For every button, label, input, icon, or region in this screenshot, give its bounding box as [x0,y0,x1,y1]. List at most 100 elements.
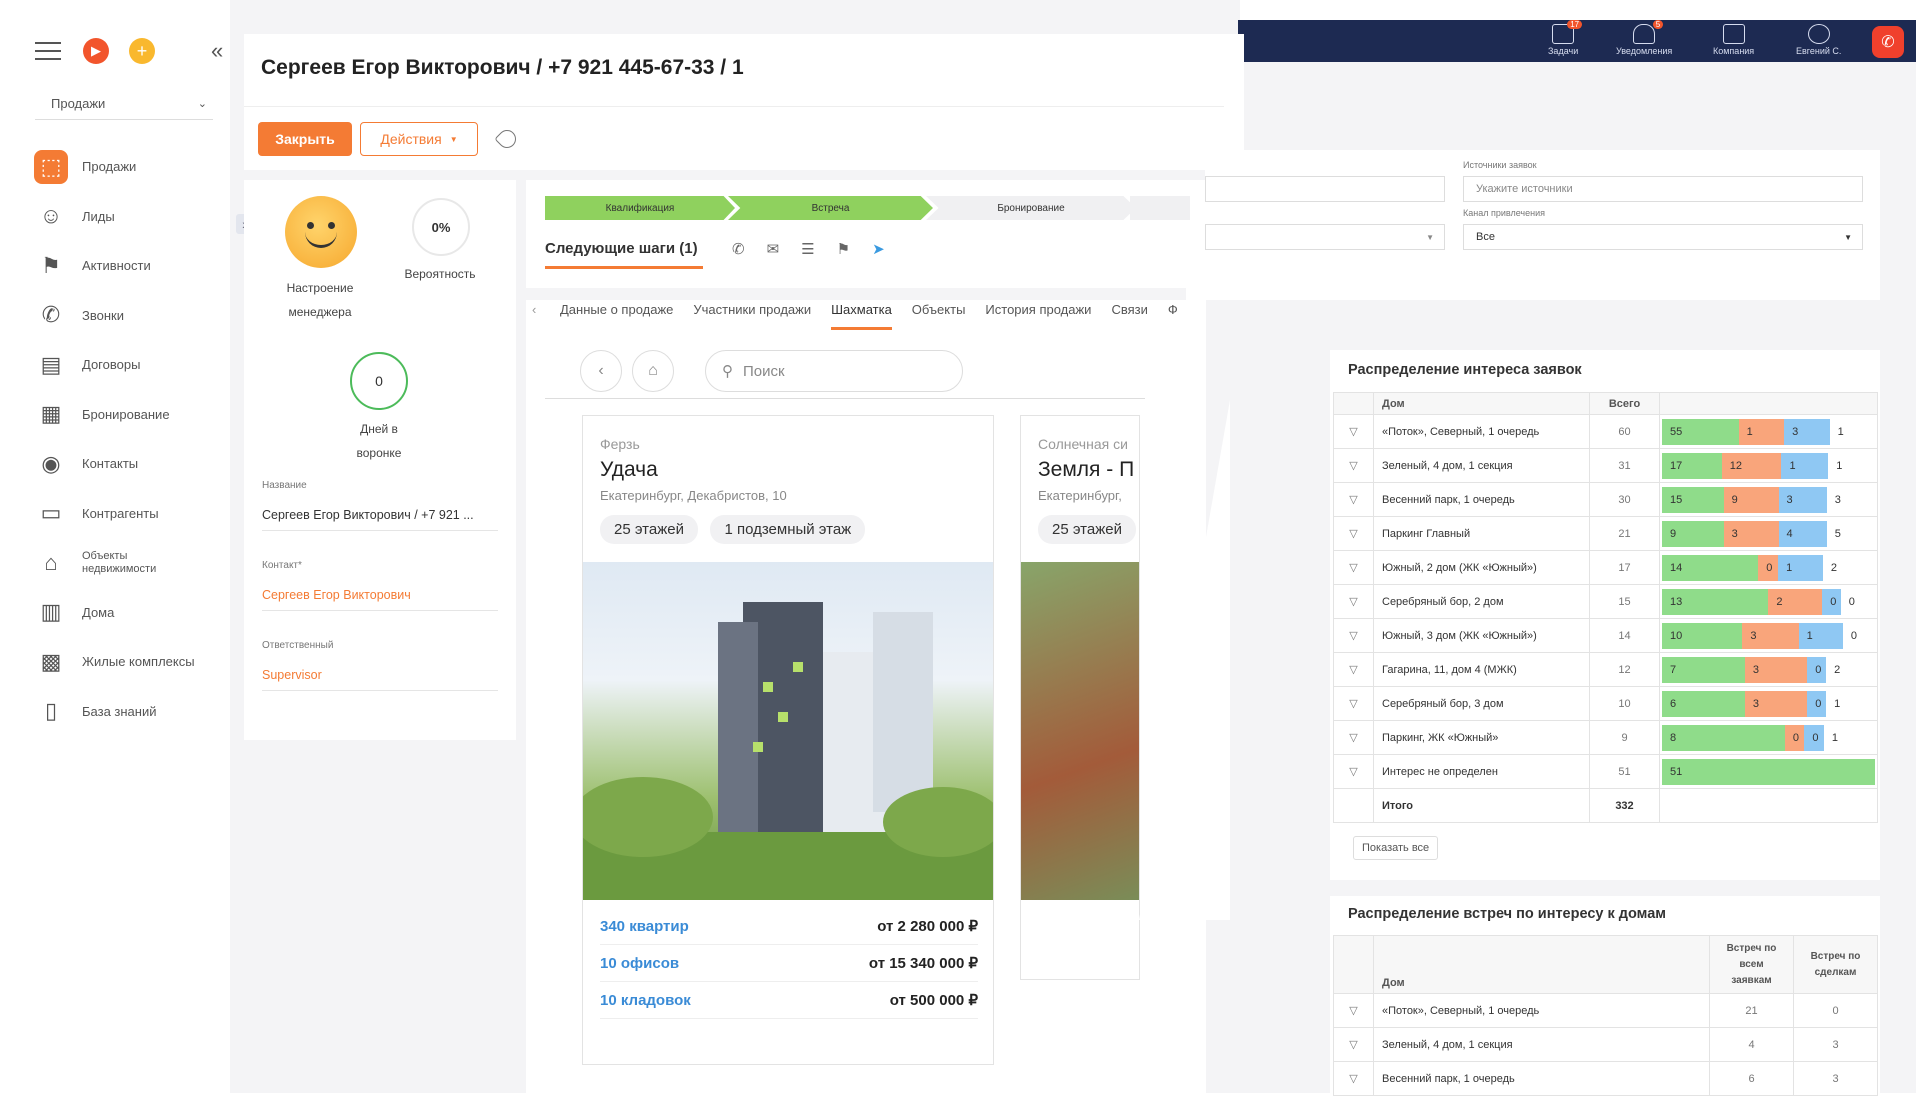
menu-icon[interactable] [35,42,61,60]
phone-icon[interactable]: ✆ [732,240,745,258]
filter-icon[interactable]: ▽ [1333,516,1374,551]
call-button[interactable]: ✆ [1872,26,1904,58]
responsible-field[interactable]: Supervisor [262,668,498,691]
filters-panel: ▼ Источники заявок Укажите источники Кан… [1205,150,1880,300]
building-card[interactable]: Ферзь Удача Екатеринбург, Декабристов, 1… [573,415,1003,1065]
bar-cell: 55 1 3 1 [1659,414,1878,449]
sidebar-item-11[interactable]: ▯ База знаний [34,687,224,737]
play-icon[interactable]: ▶ [83,38,109,64]
offer-row[interactable]: 10 офисов от 15 340 000 ₽ [600,945,978,982]
filter-icon[interactable]: ▽ [1333,584,1374,619]
tab-5[interactable]: Связи [1111,302,1147,330]
filter-icon[interactable]: ▽ [1333,1061,1374,1096]
tasks-button[interactable]: 17 Задачи [1548,20,1583,56]
flag-icon[interactable]: ⚑ [837,240,850,258]
caret-down-icon: ▼ [1844,232,1852,242]
company-button[interactable]: Компания [1713,24,1754,56]
contact-field[interactable]: Сергеев Егор Викторович [262,588,498,611]
filter-icon[interactable]: ▽ [1333,993,1374,1028]
list-icon[interactable]: ☰ [801,240,814,258]
sidebar-item-2[interactable]: ⚑ Активности [34,241,224,291]
filter-icon[interactable]: ▽ [1333,550,1374,585]
name-field[interactable]: Сергеев Егор Викторович / +7 921 ... [262,508,498,531]
user-profile-button[interactable]: Евгений С. [1796,24,1841,56]
total-cell: 21 [1589,516,1660,551]
filter-select[interactable]: ▼ [1205,224,1445,250]
filter-icon[interactable]: ▽ [1333,618,1374,653]
offer-row[interactable]: 340 квартир от 2 280 000 ₽ [600,908,978,945]
user-icon [1807,24,1830,44]
filter-icon[interactable]: ▽ [1333,652,1374,687]
filter-icon[interactable]: ▽ [1333,414,1374,449]
table-row[interactable]: ▽ Серебряный бор, 3 дом 10 6 3 0 1 [1333,686,1878,721]
stage-more[interactable] [1130,196,1190,220]
stage-booking[interactable]: Бронирование [926,196,1136,220]
table-row[interactable]: ▽ Южный, 3 дом (ЖК «Южный») 14 10 3 1 0 [1333,618,1878,653]
tab-6[interactable]: Ф [1168,302,1178,330]
collapse-icon[interactable]: « [211,38,223,64]
actions-button[interactable]: Действия ▼ [360,122,478,156]
table-row[interactable]: ▽ Зеленый, 4 дом, 1 секция 4 3 [1333,1027,1878,1062]
notifications-button[interactable]: 5 Уведомления [1616,20,1672,56]
sidebar-item-6[interactable]: ◉ Контакты [34,439,224,489]
building-card[interactable]: Солнечная си Земля - П Екатеринбург, 25 … [1020,415,1140,980]
offer-link[interactable]: 340 квартир [600,918,689,935]
offer-row[interactable]: 10 кладовок от 500 000 ₽ [600,982,978,1019]
tab-0[interactable]: Данные о продаже [560,302,673,330]
sources-input[interactable]: Укажите источники [1463,176,1863,202]
home-button[interactable]: ⌂ [632,350,674,392]
table-row[interactable]: ▽ Весенний парк, 1 очередь 6 3 [1333,1061,1878,1096]
sidebar-item-10[interactable]: ▩ Жилые комплексы [34,637,224,687]
close-button[interactable]: Закрыть [258,122,352,156]
floors-badge: 25 этажей [600,515,698,544]
sidebar-item-9[interactable]: ▥ Дома [34,588,224,638]
sidebar-item-1[interactable]: ☺ Лиды [34,192,224,242]
table-row[interactable]: ▽ Южный, 2 дом (ЖК «Южный») 17 14 0 1 2 [1333,550,1878,585]
stage-meeting[interactable]: Встреча [728,196,933,220]
table-row[interactable]: ▽ Весенний парк, 1 очередь 30 15 9 3 3 [1333,482,1878,517]
sidebar-item-0[interactable]: ⬚ Продажи [34,142,224,192]
sidebar-item-4[interactable]: ▤ Договоры [34,340,224,390]
table-row[interactable]: ▽ Паркинг, ЖК «Южный» 9 8 0 0 1 [1333,720,1878,755]
tab-4[interactable]: История продажи [985,302,1091,330]
table-row[interactable]: ▽ Серебряный бор, 2 дом 15 13 2 0 0 [1333,584,1878,619]
tab-3[interactable]: Объекты [912,302,966,330]
telegram-icon[interactable]: ➤ [872,240,885,258]
sidebar-item-8[interactable]: ⌂ Объекты недвижимости [34,538,224,588]
filter-icon[interactable]: ▽ [1333,482,1374,517]
table-row[interactable]: ▽ «Поток», Северный, 1 очередь 21 0 [1333,993,1878,1028]
total-label: Итого [1373,788,1590,823]
table-row[interactable]: ▽ Зеленый, 4 дом, 1 секция 31 17 12 1 1 [1333,448,1878,483]
filter-icon[interactable]: ▽ [1333,1027,1374,1062]
table-row[interactable]: ▽ Паркинг Главный 21 9 3 4 5 [1333,516,1878,551]
table-row[interactable]: ▽ Интерес не определен 51 51 [1333,754,1878,789]
offer-link[interactable]: 10 кладовок [600,992,691,1009]
section-select[interactable]: Продажи ⌄ [35,88,213,120]
filter-icon[interactable]: ▽ [1333,754,1374,789]
filter-icon[interactable]: ▽ [1333,720,1374,755]
sidebar-item-3[interactable]: ✆ Звонки [34,291,224,341]
filter-icon[interactable]: ▽ [1333,686,1374,721]
channel-select[interactable]: Все ▼ [1463,224,1863,250]
show-all-button[interactable]: Показать все [1353,836,1439,860]
mail-icon[interactable]: ✉ [767,240,780,258]
mood-smiley-icon[interactable] [285,196,357,268]
search-input[interactable]: ⚲ Поиск [705,350,963,392]
sidebar-item-5[interactable]: ▦ Бронирование [34,390,224,440]
divider [526,288,1186,300]
total-row: Итого 332 [1333,788,1878,823]
add-icon[interactable]: + [129,38,155,64]
table-row[interactable]: ▽ Гагарина, 11, дом 4 (МЖК) 12 7 3 0 2 [1333,652,1878,687]
bar-segment: 2 [1826,656,1875,683]
tabs-prev-icon[interactable]: ‹ [532,302,536,317]
next-steps-title[interactable]: Следующие шаги (1) [545,240,698,257]
tab-1[interactable]: Участники продажи [693,302,811,330]
back-button[interactable]: ‹ [580,350,622,392]
filter-input[interactable] [1205,176,1445,202]
stage-qualification[interactable]: Квалификация [545,196,735,220]
offer-link[interactable]: 10 офисов [600,955,679,972]
table-row[interactable]: ▽ «Поток», Северный, 1 очередь 60 55 1 3 1 [1333,414,1878,449]
filter-icon[interactable]: ▽ [1333,448,1374,483]
sidebar-item-7[interactable]: ▭ Контрагенты [34,489,224,539]
tab-2[interactable]: Шахматка [831,302,892,330]
